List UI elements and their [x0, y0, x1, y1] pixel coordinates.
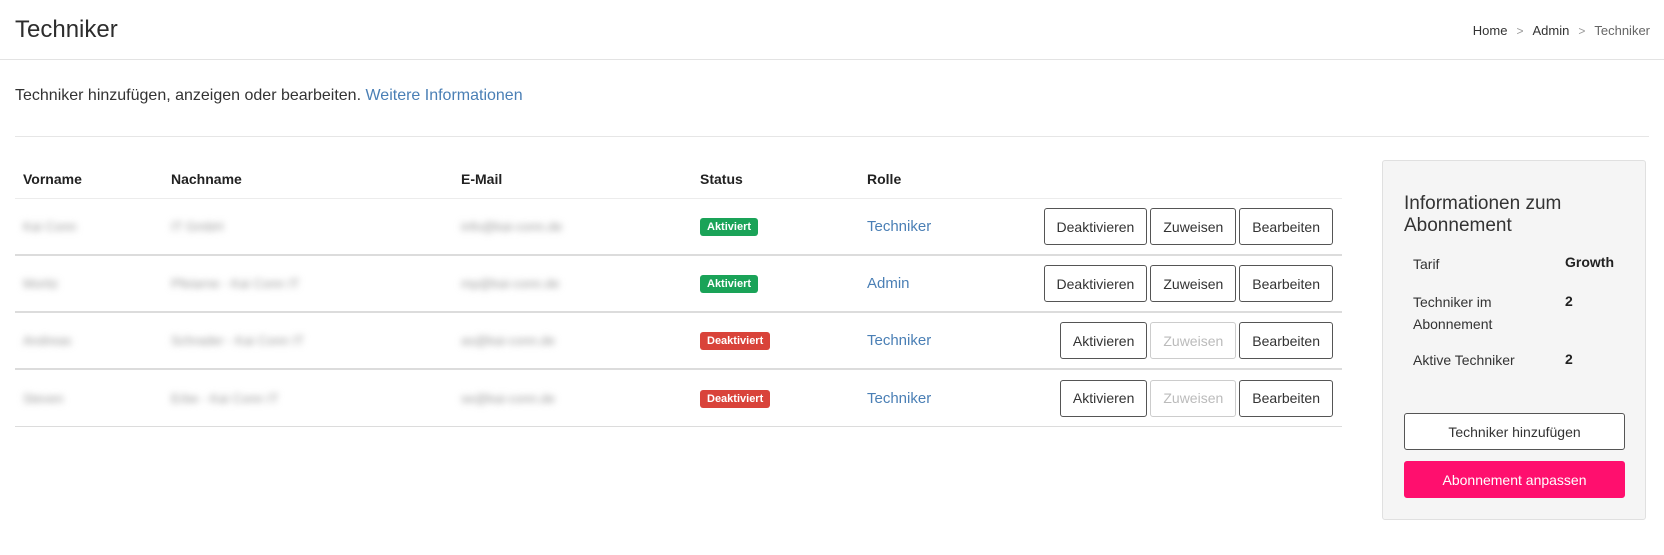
- edit-button[interactable]: Bearbeiten: [1239, 265, 1333, 302]
- edit-button[interactable]: Bearbeiten: [1239, 379, 1333, 417]
- cell-vorname: Andreas: [23, 333, 72, 348]
- subscription-panel-title: Informationen zum Abonnement: [1404, 193, 1562, 236]
- column-header-email: E-Mail: [461, 171, 503, 187]
- adjust-subscription-button[interactable]: Abonnement anpassen: [1404, 461, 1625, 498]
- intro-description: Techniker hinzufügen, anzeigen oder bear…: [15, 87, 362, 104]
- status-badge: Aktiviert: [700, 275, 759, 293]
- deactivate-button[interactable]: Deaktivieren: [1043, 265, 1148, 302]
- cell-email: as@kai-conn.de: [461, 333, 556, 348]
- activate-button[interactable]: Aktivieren: [1059, 322, 1148, 359]
- breadcrumb-current: Techniker: [1594, 23, 1650, 38]
- breadcrumb-separator: >: [1516, 23, 1524, 38]
- status-badge: Aktiviert: [700, 218, 759, 236]
- table-row: Kai Conn IT GmbH info@kai-conn.de Aktivi…: [15, 199, 1342, 256]
- page-title: Techniker: [15, 16, 118, 43]
- row-actions: Deaktivieren Zuweisen Bearbeiten: [1019, 265, 1342, 302]
- status-badge: Deaktiviert: [700, 389, 771, 408]
- role-link[interactable]: Techniker: [867, 218, 931, 235]
- assign-button[interactable]: Zuweisen: [1150, 265, 1237, 302]
- assign-button: Zuweisen: [1150, 379, 1237, 417]
- column-header-status: Status: [700, 171, 743, 187]
- row-actions: Deaktivieren Zuweisen Bearbeiten: [1019, 208, 1342, 245]
- more-info-link[interactable]: Weitere Informationen: [365, 87, 522, 104]
- table-row: Steven Erbe - Kai Conn IT se@kai-conn.de…: [15, 370, 1342, 427]
- role-link[interactable]: Admin: [867, 275, 910, 292]
- column-header-vorname: Vorname: [23, 171, 82, 187]
- cell-email: info@kai-conn.de: [461, 219, 563, 234]
- cell-vorname: Moritz: [23, 276, 59, 291]
- table-row: Andreas Schrader - Kai Conn IT as@kai-co…: [15, 313, 1342, 370]
- technicians-table: Vorname Nachname E-Mail Status Rolle Kai…: [15, 160, 1342, 427]
- column-header-nachname: Nachname: [171, 171, 242, 187]
- add-technician-button[interactable]: Techniker hinzufügen: [1404, 413, 1625, 450]
- breadcrumb-home[interactable]: Home: [1473, 23, 1508, 38]
- column-header-rolle: Rolle: [867, 171, 902, 187]
- breadcrumb-separator: >: [1578, 23, 1586, 38]
- info-label-tarif: Tarif: [1413, 256, 1440, 272]
- status-badge: Deaktiviert: [700, 332, 771, 350]
- edit-button[interactable]: Bearbeiten: [1239, 208, 1333, 245]
- row-actions: Aktivieren Zuweisen Bearbeiten: [1019, 379, 1342, 417]
- info-value-tarif: Growth: [1565, 254, 1614, 270]
- info-value-techniker-im-abonnement: 2: [1565, 293, 1573, 309]
- breadcrumb-admin[interactable]: Admin: [1532, 23, 1569, 38]
- cell-vorname: Steven: [23, 390, 64, 406]
- deactivate-button[interactable]: Deaktivieren: [1043, 208, 1148, 245]
- cell-nachname: Schrader - Kai Conn IT: [171, 333, 304, 348]
- row-actions: Aktivieren Zuweisen Bearbeiten: [1019, 322, 1342, 359]
- cell-email: mp@kai-conn.de: [461, 276, 560, 291]
- activate-button[interactable]: Aktivieren: [1059, 379, 1148, 417]
- edit-button[interactable]: Bearbeiten: [1239, 322, 1333, 359]
- table-row: Moritz Pfeiarne - Kai Conn IT mp@kai-con…: [15, 256, 1342, 313]
- intro-text: Techniker hinzufügen, anzeigen oder bear…: [15, 87, 523, 105]
- assign-button: Zuweisen: [1150, 322, 1237, 359]
- role-link[interactable]: Techniker: [867, 390, 931, 407]
- divider: [15, 136, 1649, 137]
- cell-vorname: Kai Conn: [23, 219, 77, 234]
- cell-nachname: Erbe - Kai Conn IT: [171, 390, 279, 406]
- cell-email: se@kai-conn.de: [461, 390, 556, 406]
- breadcrumb: Home > Admin > Techniker: [1473, 23, 1650, 38]
- cell-nachname: IT GmbH: [171, 219, 224, 234]
- info-value-aktive-techniker: 2: [1565, 351, 1573, 367]
- subscription-panel: Informationen zum Abonnement Tarif Growt…: [1382, 160, 1646, 520]
- table-header: Vorname Nachname E-Mail Status Rolle: [15, 160, 1342, 199]
- cell-nachname: Pfeiarne - Kai Conn IT: [171, 276, 300, 291]
- info-label-aktive-techniker: Aktive Techniker: [1413, 352, 1515, 368]
- assign-button[interactable]: Zuweisen: [1150, 208, 1237, 245]
- role-link[interactable]: Techniker: [867, 332, 931, 349]
- page-header: Techniker Home > Admin > Techniker: [0, 0, 1664, 60]
- info-label-techniker-im-abonnement: Techniker im Abonnement: [1413, 294, 1493, 332]
